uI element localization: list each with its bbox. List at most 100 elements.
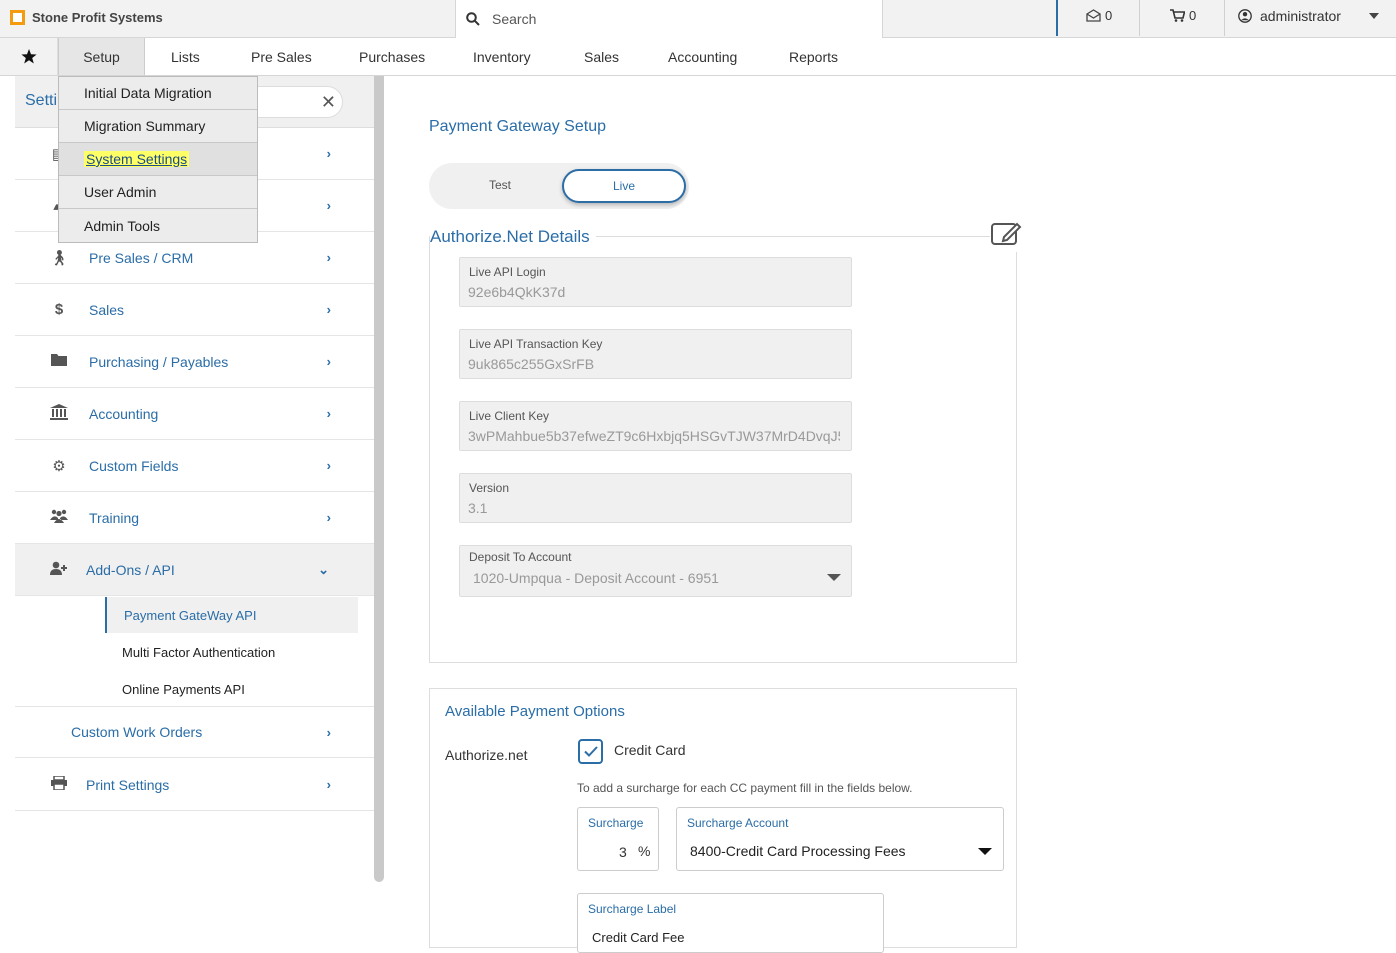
menu-item-user-admin[interactable]: User Admin xyxy=(59,176,257,209)
sidebar-item-label: Pre Sales / CRM xyxy=(89,249,194,266)
menu-item-label: System Settings xyxy=(84,151,190,167)
credit-card-label: Credit Card xyxy=(614,742,686,758)
page-title: Payment Gateway Setup xyxy=(429,118,606,135)
live-client-key-field[interactable]: Live Client Key 3wPMahbue5b37efweZT9c6Hx… xyxy=(459,401,852,451)
sidebar-item-accounting[interactable]: Accounting › xyxy=(15,388,375,440)
sidebar-item-label: Custom Fields xyxy=(89,457,179,474)
clear-search-icon[interactable]: ✕ xyxy=(321,93,336,111)
field-value: 9uk865c255GxSrFB xyxy=(468,356,595,372)
sidebar-item-training[interactable]: Training › xyxy=(15,492,375,544)
field-label: Live Client Key xyxy=(469,409,550,423)
sidebar-title: Setti xyxy=(25,92,58,109)
cart-button[interactable]: 0 xyxy=(1170,8,1196,23)
printer-icon xyxy=(49,774,69,794)
setup-dropdown-menu: Initial Data Migration Migration Summary… xyxy=(58,76,258,243)
surcharge-account-select[interactable]: Surcharge Account 8400-Credit Card Proce… xyxy=(676,807,1004,871)
toggle-live-option[interactable]: Live xyxy=(562,169,686,203)
menu-item-migration-summary[interactable]: Migration Summary xyxy=(59,110,257,143)
folder-icon xyxy=(49,353,69,370)
sidebar-item-purchasing[interactable]: Purchasing / Payables › xyxy=(15,336,375,388)
menu-reports[interactable]: Reports xyxy=(789,38,838,75)
field-value: Credit Card Fee xyxy=(592,930,685,945)
user-circle-icon xyxy=(1238,9,1252,23)
chevron-right-icon: › xyxy=(326,510,331,525)
cart-count: 0 xyxy=(1189,8,1197,23)
field-label: Surcharge Account xyxy=(687,816,789,830)
search-input[interactable] xyxy=(492,11,872,27)
live-api-transaction-key-field[interactable]: Live API Transaction Key 9uk865c255GxSrF… xyxy=(459,329,852,379)
field-label: Deposit To Account xyxy=(469,550,572,564)
bank-icon xyxy=(49,403,69,424)
menu-pre-sales[interactable]: Pre Sales xyxy=(251,38,312,75)
menu-item-system-settings[interactable]: System Settings xyxy=(59,143,257,176)
surcharge-hint: To add a surcharge for each CC payment f… xyxy=(577,781,913,795)
field-value: 1020-Umpqua - Deposit Account - 6951 xyxy=(473,570,719,586)
authorize-net-details: Authorize.Net Details Live API Login 92e… xyxy=(429,221,1022,663)
messages-button[interactable]: 0 xyxy=(1086,8,1112,23)
check-icon xyxy=(583,746,598,757)
sidebar-item-custom-fields[interactable]: ⚙ Custom Fields › xyxy=(15,440,375,492)
sidebar-item-label: Add-Ons / API xyxy=(86,561,175,578)
global-search xyxy=(455,0,883,38)
section-title: Available Payment Options xyxy=(445,703,625,720)
person-walking-icon: 🚶︎ xyxy=(49,249,69,267)
users-icon xyxy=(49,509,69,527)
live-api-login-field[interactable]: Live API Login 92e6b4QkK37d xyxy=(459,257,852,307)
gear-icon: ⚙ xyxy=(52,457,66,475)
chevron-right-icon: › xyxy=(326,354,331,369)
edit-icon[interactable] xyxy=(990,221,1022,252)
caret-down-icon xyxy=(827,574,841,581)
sidebar-item-label: Sales xyxy=(89,301,125,318)
menu-sales[interactable]: Sales xyxy=(584,38,619,75)
menu-setup[interactable]: Setup xyxy=(58,38,145,75)
star-icon xyxy=(20,49,37,64)
cart-icon xyxy=(1170,9,1185,22)
top-bar: Stone Profit Systems 0 0 administrator xyxy=(0,0,1396,38)
field-value: 3.1 xyxy=(468,500,488,516)
sidebar-subitem-online-payments[interactable]: Online Payments API xyxy=(105,671,358,707)
main-content: Payment Gateway Setup Test Live Authoriz… xyxy=(385,76,1396,953)
sidebar-item-label: Training xyxy=(89,509,140,526)
sidebar-item-sales[interactable]: $ Sales › xyxy=(15,284,375,336)
menu-inventory[interactable]: Inventory xyxy=(473,38,531,75)
app-name: Stone Profit Systems xyxy=(32,10,163,25)
field-label: Surcharge Label xyxy=(588,902,677,916)
payment-options-panel: Available Payment Options Authorize.net … xyxy=(429,688,1017,953)
menu-purchases[interactable]: Purchases xyxy=(359,38,425,75)
section-title: Authorize.Net Details xyxy=(430,227,596,247)
favorites-button[interactable] xyxy=(0,38,58,75)
envelope-icon xyxy=(1086,9,1101,22)
sidebar-subitem-mfa[interactable]: Multi Factor Authentication xyxy=(105,634,358,670)
test-live-toggle[interactable]: Test Live xyxy=(429,163,689,209)
toggle-test-option[interactable]: Test xyxy=(489,178,511,192)
surcharge-value: 3 xyxy=(619,844,627,860)
sidebar-item-label: Print Settings xyxy=(86,776,170,793)
menu-lists[interactable]: Lists xyxy=(171,38,200,75)
chevron-right-icon: › xyxy=(326,458,331,473)
field-label: Live API Login xyxy=(469,265,546,279)
user-plus-icon xyxy=(49,561,69,579)
menu-item-initial-data-migration[interactable]: Initial Data Migration xyxy=(59,77,257,110)
menu-item-admin-tools[interactable]: Admin Tools xyxy=(59,209,257,242)
surcharge-label-field[interactable]: Surcharge Label Credit Card Fee xyxy=(577,893,884,953)
sidebar-item-add-ons-api[interactable]: Add-Ons / API ⌄ xyxy=(15,544,375,596)
dollar-icon: $ xyxy=(54,301,64,318)
chevron-right-icon: › xyxy=(326,146,331,161)
divider xyxy=(1056,0,1058,36)
sidebar-item-print-settings[interactable]: Print Settings › xyxy=(15,759,375,811)
field-value: 92e6b4QkK37d xyxy=(468,284,566,300)
field-value: 8400-Credit Card Processing Fees xyxy=(690,843,906,859)
caret-down-icon xyxy=(978,848,992,855)
credit-card-checkbox[interactable] xyxy=(578,739,603,764)
deposit-to-account-select[interactable]: Deposit To Account 1020-Umpqua - Deposit… xyxy=(459,545,852,597)
user-menu[interactable]: administrator xyxy=(1238,8,1379,24)
sidebar-subitem-payment-gateway[interactable]: Payment GateWay API xyxy=(105,597,358,633)
sidebar-scrollbar[interactable] xyxy=(374,76,384,882)
chevron-right-icon: › xyxy=(326,406,331,421)
menu-accounting[interactable]: Accounting xyxy=(668,38,737,75)
messages-count: 0 xyxy=(1105,8,1113,23)
sidebar-item-custom-work-orders[interactable]: Custom Work Orders › xyxy=(15,706,375,758)
version-field[interactable]: Version 3.1 xyxy=(459,473,852,523)
app-logo[interactable]: Stone Profit Systems xyxy=(10,10,163,25)
surcharge-field[interactable]: Surcharge 3 % xyxy=(577,807,659,871)
